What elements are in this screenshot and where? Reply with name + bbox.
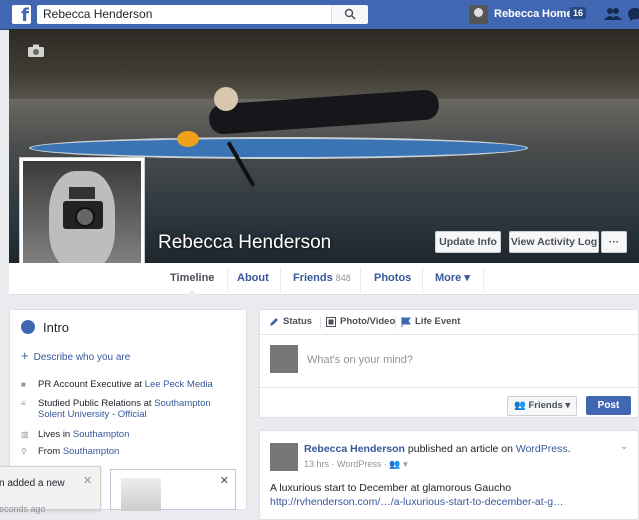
describe-who-you-are-link[interactable]: + Describe who you are <box>21 348 130 363</box>
home-icon: ▥ <box>21 430 29 439</box>
globe-icon <box>21 320 35 334</box>
post-composer: Status Photo/Video Life Event What's on … <box>259 309 639 418</box>
tab-friends[interactable]: Friends 848 <box>293 263 351 294</box>
pencil-icon <box>270 318 278 326</box>
work-link[interactable]: Lee Peck Media <box>145 379 213 390</box>
intro-item-work: ■ PR Account Executive at Lee Peck Media <box>21 379 236 390</box>
life-event-tab[interactable]: Life Event <box>415 316 460 327</box>
profile-tabs: Timeline About Friends 848 Photos More ▾ <box>9 263 639 295</box>
lives-in-link[interactable]: Southampton <box>73 429 130 440</box>
cover-trees <box>9 29 639 99</box>
story-period: . <box>567 443 571 455</box>
close-icon[interactable]: ✕ <box>220 474 229 487</box>
story-author-link[interactable]: Rebecca Henderson <box>304 443 405 455</box>
notification-toast[interactable]: n added a new econds ago ✕ <box>0 466 101 514</box>
composer-avatar <box>270 345 298 373</box>
plus-icon: + <box>21 348 29 363</box>
tab-divider <box>360 267 361 293</box>
story-header: Rebecca Henderson published an article o… <box>304 443 571 455</box>
search-button[interactable] <box>331 5 368 24</box>
photo-video-tab[interactable]: Photo/Video <box>340 316 395 327</box>
story-meta: 13 hrs · WordPress · 👥 ▾ <box>304 459 408 470</box>
intro-item-lives-in: ▥ Lives in Southampton <box>21 429 236 440</box>
update-cover-camera-icon[interactable] <box>28 44 44 57</box>
friend-requests-icon[interactable] <box>604 7 622 21</box>
briefcase-icon: ■ <box>21 380 26 389</box>
profile-photo-lens <box>75 207 95 227</box>
more-options-button[interactable]: ··· <box>601 231 627 253</box>
tab-about-label: About <box>237 272 269 284</box>
story-avatar[interactable] <box>270 443 298 471</box>
intro-item-text: PR Account Executive at <box>38 379 145 390</box>
profile-name[interactable]: Rebecca Henderson <box>158 232 331 254</box>
toast-timestamp: econds ago <box>0 504 46 514</box>
graduation-cap-icon: ≡ <box>21 399 26 408</box>
story-article-link[interactable]: http://rvhenderson.com/…/a-luxurious-sta… <box>270 496 564 508</box>
tab-timeline-label: Timeline <box>170 272 215 284</box>
tab-divider <box>227 267 228 293</box>
top-bar: f Rebecca Henderson Rebecca Home 16 <box>0 0 639 30</box>
home-link[interactable]: Home <box>542 8 573 20</box>
story-platform-link[interactable]: WordPress <box>516 443 568 455</box>
story-text: A luxurious start to December at glamoro… <box>270 482 512 494</box>
story-action-text: published an article on <box>404 443 516 455</box>
friends-icon: 👥 <box>514 400 529 411</box>
photo-icon <box>326 317 336 327</box>
top-bar-user-name[interactable]: Rebecca <box>494 8 539 20</box>
tab-divider <box>422 267 423 293</box>
intro-item-education: ≡ Studied Public Relations at Southampton… <box>21 398 236 420</box>
composer-tab-divider <box>395 317 396 329</box>
cover-person-head <box>214 87 238 111</box>
friends-count: 848 <box>335 273 351 283</box>
location-pin-icon: ⚲ <box>21 447 27 456</box>
cover-flowers <box>177 131 199 147</box>
intro-item-from: ⚲ From Southampton <box>21 446 236 457</box>
story-timestamp[interactable]: 13 hrs · WordPress · <box>304 459 389 469</box>
intro-item-text: Lives in <box>38 429 73 440</box>
home-count-badge: 16 <box>570 7 587 19</box>
intro-item-text: Studied Public Relations at <box>38 398 155 409</box>
audience-label: Friends ▾ <box>528 400 571 411</box>
tab-about[interactable]: About <box>237 263 269 294</box>
story-options-chevron-icon[interactable]: ⌄ <box>620 441 628 452</box>
audience-friends-icon[interactable]: 👥 ▾ <box>389 459 407 469</box>
close-icon[interactable]: ✕ <box>83 474 92 487</box>
search-icon <box>344 8 356 20</box>
tab-timeline[interactable]: Timeline <box>170 263 215 295</box>
tab-divider <box>280 267 281 293</box>
view-activity-log-button[interactable]: View Activity Log <box>509 231 599 253</box>
profile-photo <box>23 161 141 279</box>
composer-tabs: Status Photo/Video Life Event <box>260 310 638 335</box>
composer-tab-divider <box>320 317 321 329</box>
tab-divider <box>483 267 484 293</box>
flag-icon <box>401 317 411 327</box>
facebook-logo-icon[interactable]: f <box>12 5 31 24</box>
profile-photo-flash <box>69 187 95 199</box>
describe-label: Describe who you are <box>33 352 131 363</box>
whats-on-your-mind-input[interactable]: What's on your mind? <box>307 354 413 366</box>
composer-footer: 👥 Friends ▾ Post <box>260 387 638 419</box>
status-tab[interactable]: Status <box>283 316 312 327</box>
tab-more-label: More ▾ <box>435 272 470 284</box>
audience-selector[interactable]: 👥 Friends ▾ <box>507 396 578 416</box>
photos-card: ✕ <box>110 469 236 511</box>
cover-paddleboard <box>29 137 528 159</box>
from-link[interactable]: Southampton <box>63 446 120 457</box>
tab-more[interactable]: More ▾ <box>435 263 470 294</box>
intro-item-text: From <box>38 446 63 457</box>
photo-thumbnail[interactable] <box>121 478 161 511</box>
update-info-button[interactable]: Update Info <box>435 231 501 253</box>
intro-title: Intro <box>43 320 70 335</box>
tab-friends-label: Friends <box>293 272 333 284</box>
search-input[interactable]: Rebecca Henderson <box>37 5 367 24</box>
toast-message: n added a new <box>0 478 65 489</box>
tab-photos[interactable]: Photos <box>374 263 411 294</box>
tab-photos-label: Photos <box>374 272 412 284</box>
post-button[interactable]: Post <box>586 396 631 415</box>
messages-icon[interactable] <box>628 7 639 21</box>
timeline-story: Rebecca Henderson published an article o… <box>259 430 639 520</box>
top-bar-avatar[interactable] <box>469 5 488 24</box>
